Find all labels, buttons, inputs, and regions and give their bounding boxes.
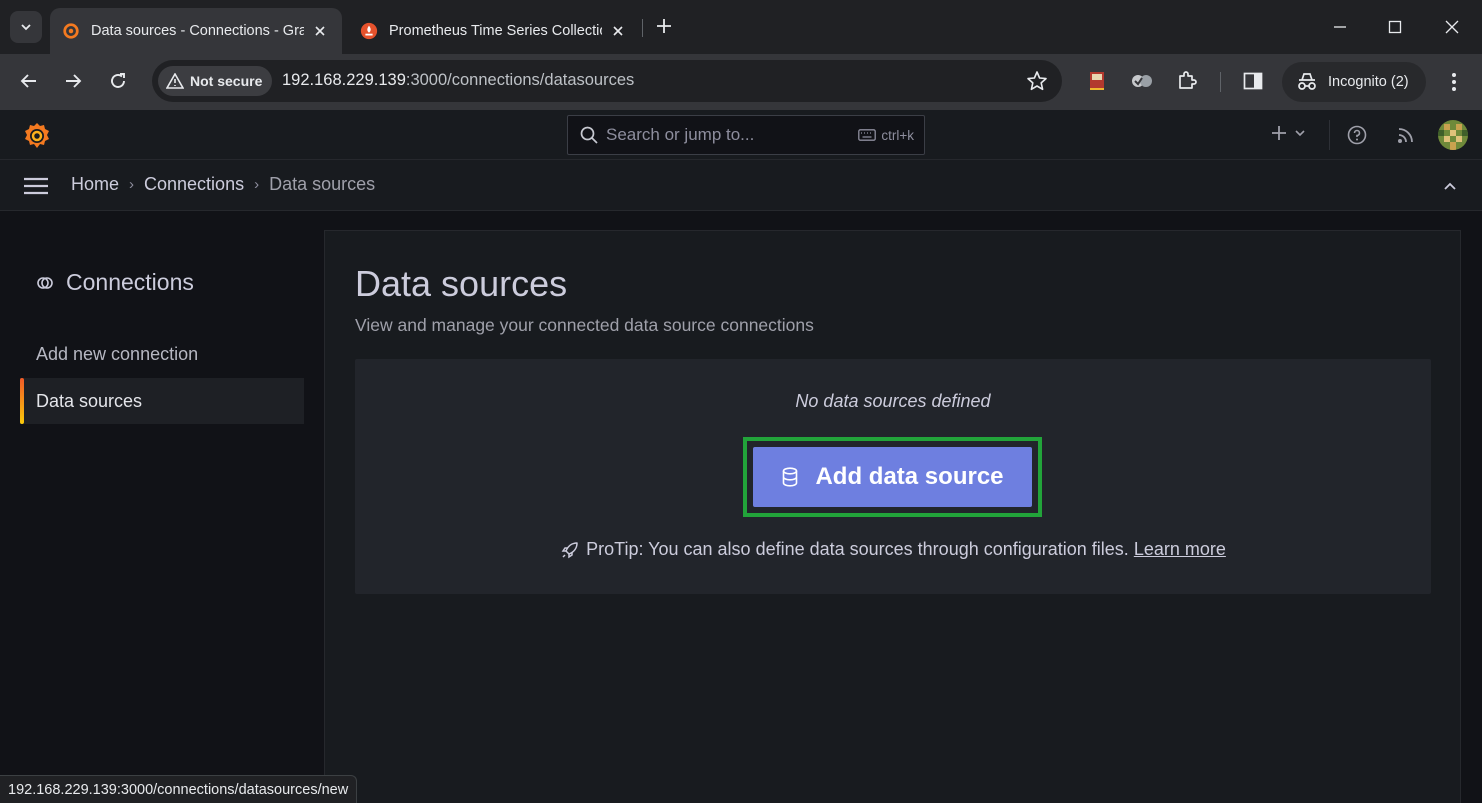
add-data-source-button[interactable]: Add data source [753, 447, 1032, 507]
page-title: Data sources [355, 263, 568, 304]
sidebar-item-data-sources[interactable]: Data sources [20, 378, 304, 424]
side-panel-button[interactable] [1240, 68, 1266, 94]
address-bar[interactable]: Not secure 192.168.229.139:3000/connecti… [152, 60, 1062, 102]
url-host: 192.168.229.139 [282, 71, 406, 89]
search-shortcut: ctrl+k [858, 128, 914, 143]
nav-divider [1329, 120, 1330, 150]
plus-icon [657, 19, 671, 33]
breadcrumb-current: Data sources [269, 174, 376, 194]
breadcrumb: Home › Connections › Data sources [71, 174, 375, 195]
search-input[interactable]: Search or jump to... ctrl+k [567, 115, 925, 155]
sidebar-item-add-new-connection[interactable]: Add new connection [20, 331, 304, 377]
browser-tab-bar: Data sources - Connections - Grafana Pro… [0, 0, 1482, 54]
minimize-icon [1334, 26, 1346, 28]
empty-state-message: No data sources defined [795, 391, 991, 411]
news-button[interactable] [1394, 123, 1418, 147]
url-path: :3000/connections/datasources [405, 71, 635, 89]
search-placeholder: Search or jump to... [606, 125, 755, 144]
side-panel-icon [1243, 72, 1263, 90]
new-menu-button[interactable] [1270, 124, 1306, 142]
sidebar-item-label: Data sources [36, 390, 143, 411]
main-content: Data sources View and manage your connec… [324, 230, 1461, 803]
extensions-menu-button[interactable] [1174, 68, 1200, 94]
protip: ProTip: You can also define data sources… [355, 539, 1431, 560]
menu-icon[interactable] [22, 174, 50, 198]
incognito-icon [1298, 73, 1316, 90]
breadcrumb-home[interactable]: Home [71, 174, 119, 195]
database-icon [783, 467, 798, 487]
reload-button[interactable] [103, 66, 133, 96]
link-preview-status: 192.168.229.139:3000/connections/datasou… [0, 775, 358, 803]
breadcrumb-bar: Home › Connections › Data sources [0, 160, 1482, 211]
arrow-left-icon [20, 74, 36, 88]
sidebar-item-label: Add new connection [36, 343, 199, 364]
rss-icon [1398, 128, 1413, 143]
extension-button[interactable] [1129, 68, 1155, 94]
chevron-up-icon [1444, 182, 1456, 190]
more-vertical-icon [1452, 73, 1456, 91]
chevron-down-icon [21, 24, 31, 31]
book-extension-icon [1090, 72, 1104, 90]
breadcrumb-connections[interactable]: Connections [144, 174, 244, 195]
tab-grafana[interactable]: Data sources - Connections - Grafana [50, 8, 342, 54]
security-label: Not secure [190, 73, 263, 89]
url-text[interactable]: 192.168.229.139:3000/connections/datasou… [282, 71, 634, 90]
chevron-down-icon [1295, 130, 1305, 137]
breadcrumb-separator: › [254, 176, 260, 193]
puzzle-icon [1179, 71, 1197, 89]
close-icon[interactable] [608, 21, 628, 41]
status-url: 192.168.229.139:3000/connections/datasou… [8, 781, 349, 798]
tab-title: Data sources - Connections - Grafana [91, 23, 304, 39]
browser-toolbar: Not secure 192.168.229.139:3000/connecti… [0, 54, 1482, 110]
back-button[interactable] [14, 66, 44, 96]
protip-text: ProTip: You can also define data sources… [586, 539, 1129, 559]
window-close-button[interactable] [1437, 12, 1467, 42]
link-icon [37, 276, 53, 289]
learn-more-link[interactable]: Learn more [1134, 539, 1226, 560]
chain-extension-icon [1132, 75, 1152, 87]
reload-icon [111, 73, 125, 88]
maximize-button[interactable] [1380, 12, 1410, 42]
search-icon [580, 126, 598, 144]
prometheus-favicon-icon [360, 22, 378, 40]
empty-state-card: No data sources defined Add data source … [355, 359, 1431, 594]
forward-button[interactable] [58, 66, 88, 96]
grafana-favicon-icon [63, 23, 79, 39]
page-subtitle: View and manage your connected data sour… [355, 315, 814, 335]
close-icon [1445, 20, 1459, 34]
collapse-header-button[interactable] [1438, 174, 1462, 198]
new-tab-button[interactable] [652, 14, 676, 38]
rocket-icon [561, 541, 578, 558]
help-icon [1347, 125, 1367, 145]
warning-icon [166, 73, 184, 89]
user-avatar[interactable] [1438, 120, 1468, 150]
incognito-label: Incognito (2) [1328, 74, 1409, 90]
grafana-logo-icon[interactable] [22, 121, 52, 151]
help-button[interactable] [1345, 123, 1369, 147]
close-icon[interactable] [310, 21, 330, 41]
minimize-button[interactable] [1325, 12, 1355, 42]
tab-divider [642, 19, 643, 37]
highlight-box: Add data source [743, 437, 1042, 517]
search-shortcut-label: ctrl+k [881, 127, 914, 143]
plus-icon [1272, 126, 1286, 140]
toolbar-divider [1220, 72, 1221, 92]
maximize-icon [1388, 20, 1402, 34]
tab-title: Prometheus Time Series Collection [389, 23, 602, 39]
incognito-indicator[interactable]: Incognito (2) [1282, 62, 1426, 102]
browser-menu-button[interactable] [1442, 68, 1466, 96]
extension-button[interactable] [1084, 68, 1110, 94]
arrow-right-icon [66, 74, 82, 88]
breadcrumb-separator: › [129, 176, 135, 193]
add-data-source-label: Add data source [815, 463, 1004, 490]
sidebar-heading-label: Connections [66, 269, 194, 295]
bookmark-star-icon[interactable] [1026, 70, 1048, 92]
tab-prometheus[interactable]: Prometheus Time Series Collection [348, 8, 640, 54]
section-sidebar: Connections Add new connection Data sour… [0, 211, 324, 803]
grafana-top-nav: Search or jump to... ctrl+k [0, 110, 1482, 160]
sidebar-heading: Connections [36, 269, 194, 296]
security-indicator[interactable]: Not secure [158, 66, 273, 96]
keyboard-icon [858, 129, 877, 141]
tab-search-button[interactable] [10, 11, 42, 43]
